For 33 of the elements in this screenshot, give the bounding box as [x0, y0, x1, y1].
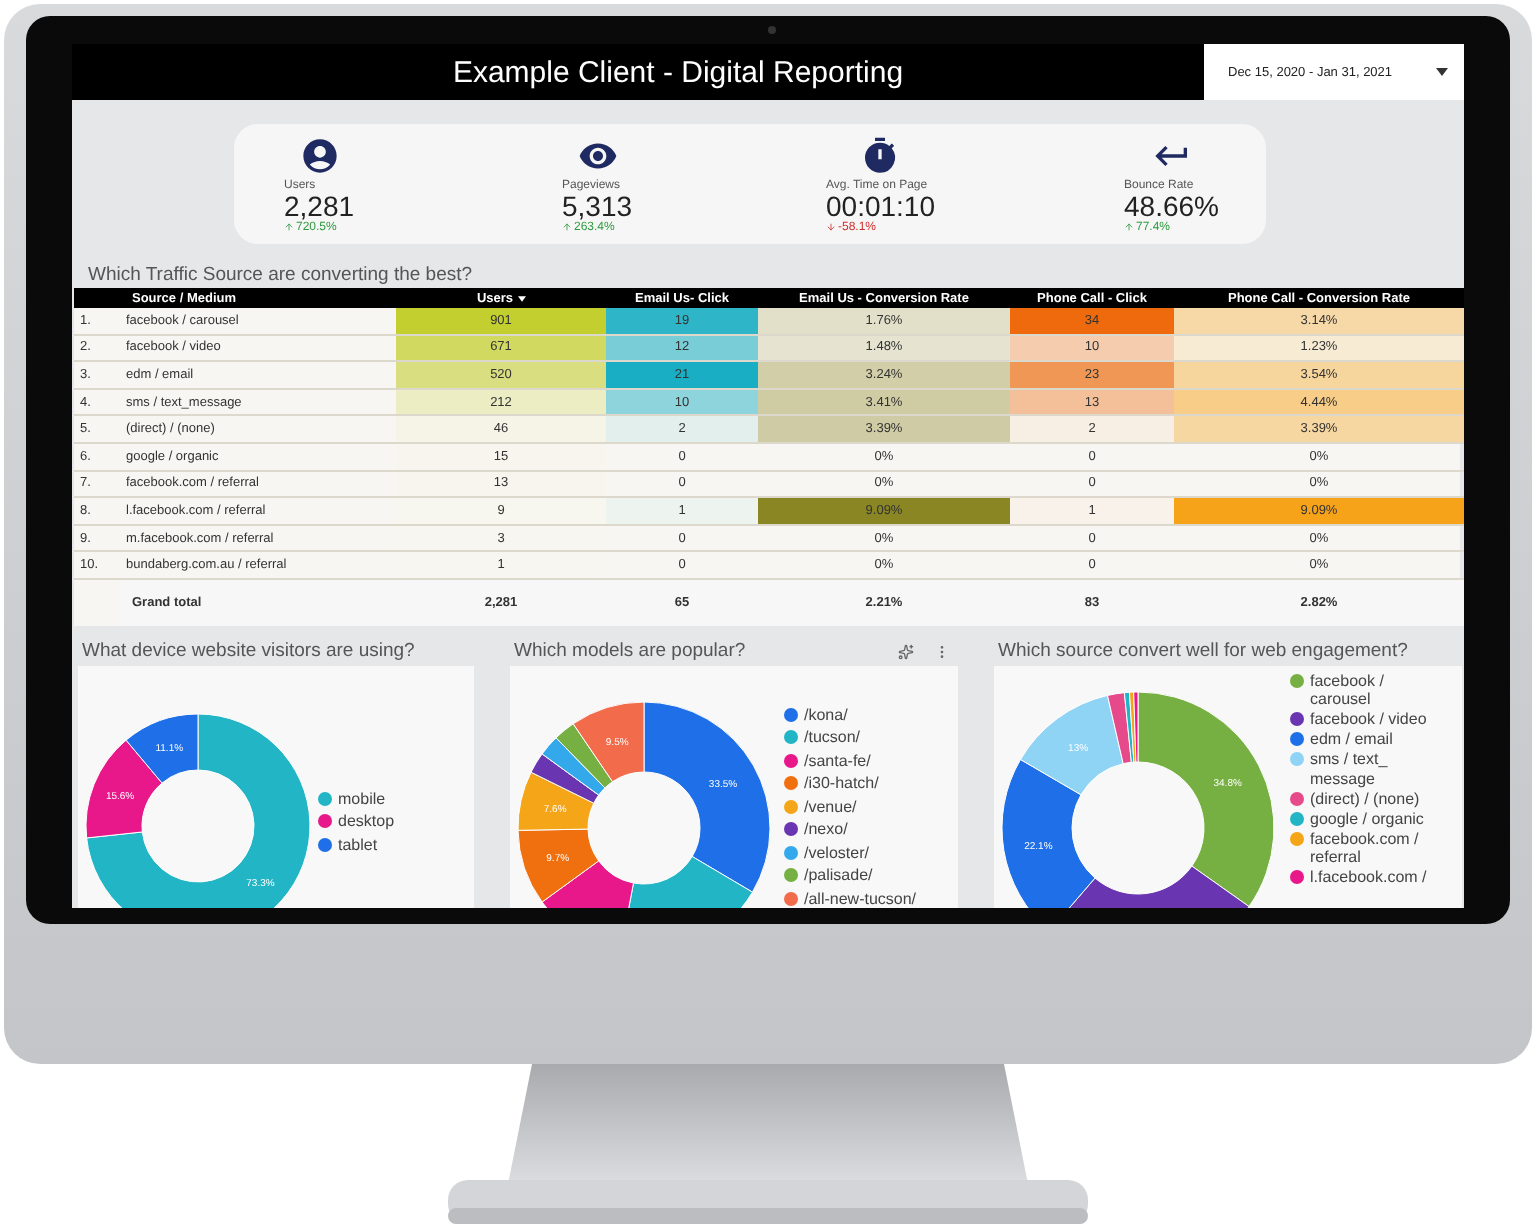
legend-label: mobile: [338, 789, 386, 809]
legend-label: l.facebook.com /: [1310, 868, 1427, 888]
legend-label: /nexo/: [804, 820, 848, 840]
kpi-value: 2,281: [284, 191, 355, 221]
legend-label: /palisade/: [804, 866, 873, 886]
legend-label: desktop: [338, 812, 395, 832]
kpi-value: 5,313: [562, 191, 633, 221]
legend-label: google / organic: [1310, 809, 1424, 829]
legend-label: /veloster/: [804, 843, 869, 863]
table-title: Which Traffic Source are converting the best?: [88, 264, 475, 286]
user-icon: [299, 135, 340, 175]
camera-icon: [768, 26, 776, 34]
stopwatch-icon: [860, 135, 901, 175]
table-header-cell: [74, 288, 120, 308]
legend-label: (direct) / (none): [1310, 789, 1420, 809]
legend-label: sms / text_ message: [1310, 750, 1390, 789]
report-title: Example Client - Digital Reporting: [450, 53, 906, 93]
legend-label: /santa-fe/: [804, 751, 871, 771]
sparkle-icon[interactable]: [898, 643, 914, 660]
legend-label: edm / email: [1310, 730, 1393, 750]
caret-icon: [1436, 68, 1448, 76]
kpi-value: 00:01:10: [826, 191, 935, 221]
chart-title: Which models are popular?: [514, 640, 746, 663]
chart-title: Which source convert well for web engagement?: [998, 640, 1408, 663]
legend-label: /kona/: [804, 705, 848, 725]
legend-label: /all-new-tucson/: [804, 889, 917, 908]
legend-label: /tucson/: [804, 728, 861, 748]
kpi-value: 48.66%: [1124, 191, 1219, 221]
legend-label: /venue/: [804, 797, 857, 817]
chart-title: What device website visitors are using?: [82, 640, 415, 663]
legend-label: facebook / video: [1310, 710, 1427, 730]
legend-label: tablet: [338, 835, 378, 855]
legend-label: /i30-hatch/: [804, 774, 879, 794]
